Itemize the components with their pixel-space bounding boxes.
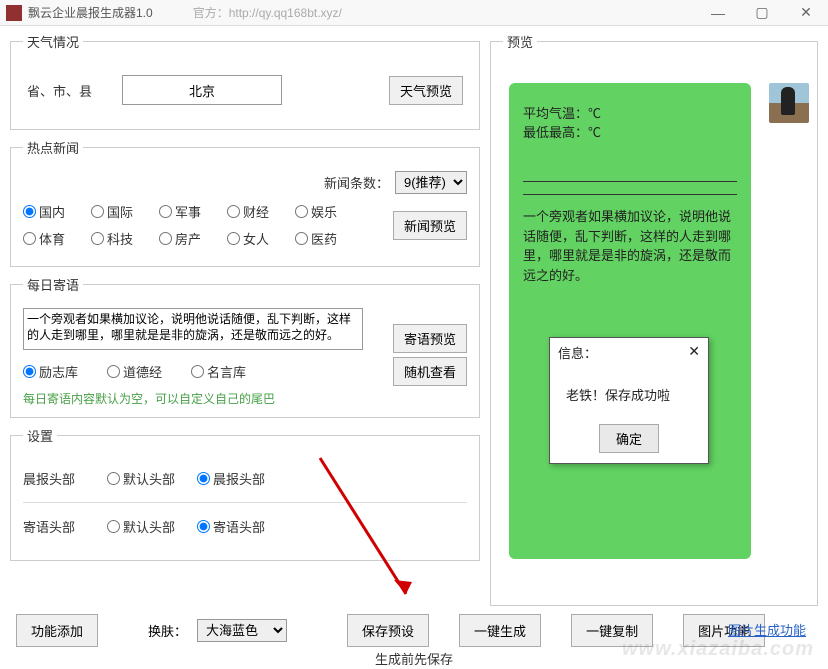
title-bar: 飘云企业晨报生成器1.0 官方：http://qy.qq168bt.xyz/ —… (0, 0, 828, 26)
avg-temp: 平均气温：℃ (523, 103, 737, 122)
weather-preview-button[interactable]: 天气预览 (389, 76, 463, 105)
news-preview-button[interactable]: 新闻预览 (393, 211, 467, 240)
news-cat-国内[interactable]: 国内 (23, 202, 91, 221)
news-cat-女人[interactable]: 女人 (227, 229, 295, 248)
info-dialog: 信息： ✕ 老铁！保存成功啦 确定 (549, 337, 709, 464)
jiyu-head-label: 寄语头部 (23, 517, 87, 536)
news-legend: 热点新闻 (23, 138, 83, 157)
news-count-select[interactable]: 9(推荐) (395, 171, 467, 194)
head-opt-晨报头部[interactable]: 晨报头部 (197, 469, 287, 488)
weather-legend: 天气情况 (23, 32, 83, 51)
skin-select[interactable]: 大海蓝色 (197, 619, 287, 642)
head-label: 晨报头部 (23, 469, 87, 488)
settings-legend: 设置 (23, 426, 57, 445)
chat-bubble: 平均气温：℃ 最低最高：℃ 一个旁观者如果横加议论，说明他说话随便，乱下判断，这… (509, 83, 751, 559)
jiyu-src-名言库[interactable]: 名言库 (191, 362, 275, 381)
image-generate-link[interactable]: 图片生成功能 (728, 620, 806, 639)
skin-label: 换肤： (148, 621, 187, 640)
news-cat-娱乐[interactable]: 娱乐 (295, 202, 363, 221)
close-button[interactable]: ✕ (784, 0, 828, 26)
settings-group: 设置 晨报头部 默认头部晨报头部 寄语头部 默认头部寄语头部 (10, 426, 480, 561)
jiyu-random-button[interactable]: 随机查看 (393, 357, 467, 386)
preview-group: 预览 平均气温：℃ 最低最高：℃ 一个旁观者如果横加议论，说明他说话随便，乱下判… (490, 32, 818, 606)
dialog-body: 老铁！保存成功啦 (550, 367, 708, 418)
jiyu-head-options: 默认头部寄语头部 (107, 513, 287, 540)
minmax-temp: 最低最高：℃ (523, 122, 737, 141)
city-label: 省、市、县 (27, 81, 92, 100)
news-categories: 国内国际军事财经娱乐体育科技房产女人医药 (23, 198, 373, 252)
save-preset-button[interactable]: 保存预设 (347, 614, 429, 647)
jiyu-hint: 每日寄语内容默认为空，可以自定义自己的尾巴 (23, 390, 467, 407)
head-opt-默认头部[interactable]: 默认头部 (107, 469, 197, 488)
jiyu-legend: 每日寄语 (23, 275, 83, 294)
jiyu-opt-默认头部[interactable]: 默认头部 (107, 517, 197, 536)
jiyu-sources: 励志库道德经名言库 (23, 358, 283, 385)
news-cat-科技[interactable]: 科技 (91, 229, 159, 248)
head-options: 默认头部晨报头部 (107, 465, 287, 492)
dialog-close-icon[interactable]: ✕ (688, 343, 700, 362)
preview-quote: 一个旁观者如果横加议论，说明他说话随便，乱下判断，这样的人走到哪里，哪里就是是非… (523, 207, 737, 285)
news-group: 热点新闻 新闻条数： 9(推荐) 国内国际军事财经娱乐体育科技房产女人医药 新闻… (10, 138, 480, 267)
divider (523, 194, 737, 195)
watermark: www.xiazaiba.com (622, 638, 814, 661)
minimize-button[interactable]: — (696, 0, 740, 26)
app-icon (6, 5, 22, 21)
weather-group: 天气情况 省、市、县 天气预览 (10, 32, 480, 130)
window-title: 飘云企业晨报生成器1.0 (28, 4, 153, 21)
news-cat-体育[interactable]: 体育 (23, 229, 91, 248)
jiyu-opt-寄语头部[interactable]: 寄语头部 (197, 517, 287, 536)
news-cat-房产[interactable]: 房产 (159, 229, 227, 248)
window-url: 官方：http://qy.qq168bt.xyz/ (193, 4, 342, 21)
add-function-button[interactable]: 功能添加 (16, 614, 98, 647)
dialog-ok-button[interactable]: 确定 (599, 424, 659, 453)
one-click-generate-button[interactable]: 一键生成 (459, 614, 541, 647)
news-cat-财经[interactable]: 财经 (227, 202, 295, 221)
divider (523, 181, 737, 182)
jiyu-src-道德经[interactable]: 道德经 (107, 362, 191, 381)
news-cat-国际[interactable]: 国际 (91, 202, 159, 221)
dialog-title: 信息： (558, 343, 597, 362)
avatar (769, 83, 809, 123)
jiyu-src-励志库[interactable]: 励志库 (23, 362, 107, 381)
jiyu-preview-button[interactable]: 寄语预览 (393, 324, 467, 353)
preview-legend: 预览 (503, 32, 537, 51)
city-input[interactable] (122, 75, 282, 105)
news-count-label: 新闻条数： (324, 173, 389, 192)
news-cat-医药[interactable]: 医药 (295, 229, 363, 248)
jiyu-group: 每日寄语 一个旁观者如果横加议论，说明他说话随便，乱下判断，这样的人走到哪里，哪… (10, 275, 480, 418)
jiyu-textarea[interactable]: 一个旁观者如果横加议论，说明他说话随便，乱下判断，这样的人走到哪里，哪里就是是非… (23, 308, 363, 350)
news-cat-军事[interactable]: 军事 (159, 202, 227, 221)
maximize-button[interactable]: ▢ (740, 0, 784, 26)
